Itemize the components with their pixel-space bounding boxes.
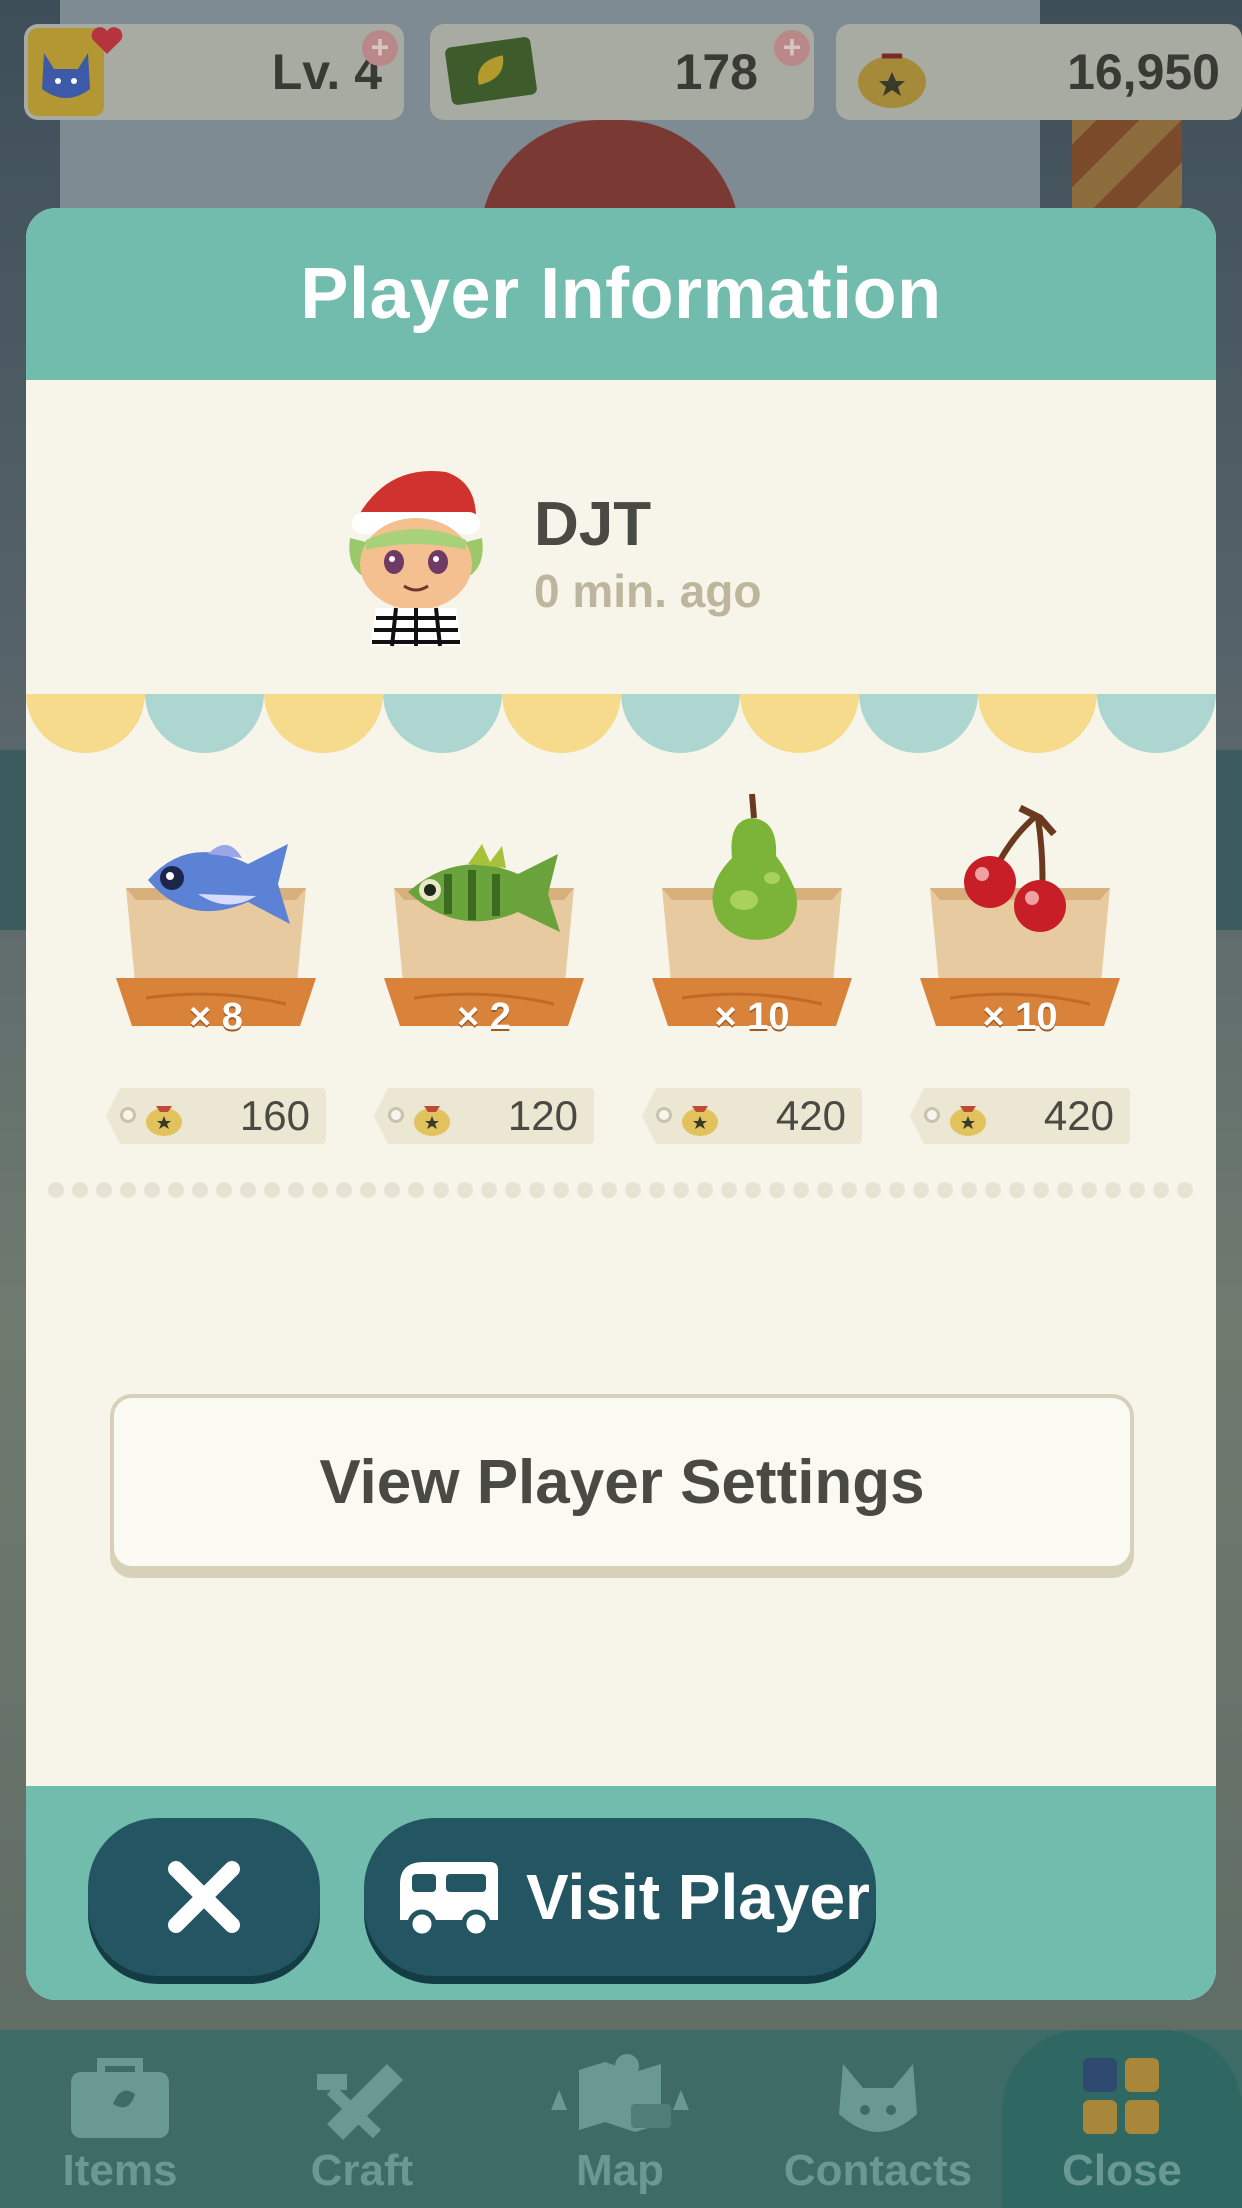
- price-tag: 120: [374, 1088, 594, 1144]
- last-seen-text: 0 min. ago: [534, 564, 762, 617]
- player-information-dialog: Player Information DJT 0 min. ago × 8 16…: [26, 208, 1216, 2000]
- nav-contacts[interactable]: Contacts: [778, 2030, 978, 2208]
- dialog-footer: Visit Player: [26, 1786, 1216, 2000]
- heart-icon: [91, 27, 123, 54]
- shop-item-slot[interactable]: × 8 160: [106, 828, 326, 1168]
- price-tag: 420: [910, 1088, 1130, 1144]
- item-price: 120: [507, 1092, 578, 1139]
- item-quantity: × 8: [189, 996, 243, 1038]
- green-fish-icon: [408, 844, 560, 932]
- market-box: × 8 160 × 2 120 × 10 420 × 10 420: [106, 793, 1156, 1168]
- nav-label-close: Close: [1062, 2146, 1182, 2195]
- dotted-divider: [48, 1182, 1194, 1202]
- bell-bag-icon: [950, 1106, 986, 1136]
- visit-player-label: Visit Player: [526, 1861, 870, 1933]
- grid-icon: [1083, 2058, 1159, 2134]
- nav-items[interactable]: Items: [20, 2030, 220, 2208]
- bag-icon: [71, 2058, 169, 2138]
- status-bar: Lv. 4 + 178 + 16,950: [24, 24, 1242, 120]
- bottom-navigation: Items Craft Map Contacts Close: [0, 2030, 1242, 2208]
- bells-count: 16,950: [1067, 44, 1220, 100]
- saw-hammer-icon: [317, 2064, 403, 2140]
- player-summary: DJT 0 min. ago: [326, 458, 761, 648]
- background-right-edge: [1212, 750, 1242, 930]
- close-button[interactable]: [88, 1818, 320, 1976]
- nav-close[interactable]: Close: [1002, 2030, 1242, 2208]
- shop-item-slot[interactable]: × 10 420: [910, 804, 1130, 1168]
- camper-van-icon: [400, 1862, 498, 1939]
- leaf-ticket-icon: [444, 36, 538, 106]
- close-x-icon: [168, 1861, 240, 1933]
- map-icon: [551, 2054, 689, 2132]
- cherry-icon: [964, 804, 1066, 932]
- item-price: 160: [239, 1092, 310, 1139]
- player-avatar: [326, 458, 506, 648]
- bell-bag-icon: [682, 1106, 718, 1136]
- nav-label-craft: Craft: [310, 2146, 414, 2195]
- nav-label-map: Map: [576, 2146, 664, 2195]
- price-tag: 160: [106, 1088, 326, 1144]
- item-price: 420: [1043, 1092, 1114, 1139]
- plus-icon[interactable]: +: [362, 30, 398, 66]
- item-quantity: × 2: [457, 996, 511, 1038]
- level-pill[interactable]: Lv. 4 +: [24, 24, 404, 120]
- visit-player-button[interactable]: Visit Player: [364, 1818, 876, 1976]
- player-name: DJT: [534, 489, 652, 559]
- dialog-header: Player Information: [26, 208, 1216, 380]
- nav-label-contacts: Contacts: [783, 2146, 973, 2195]
- view-player-settings-button[interactable]: View Player Settings: [110, 1394, 1134, 1570]
- bell-bag-icon: [414, 1106, 450, 1136]
- bells-pill: 16,950: [836, 24, 1242, 120]
- bell-bag-icon: [146, 1106, 182, 1136]
- item-quantity: × 10: [982, 996, 1058, 1038]
- item-price: 420: [775, 1092, 846, 1139]
- bell-bag-icon: [852, 32, 932, 124]
- cat-face-icon: [839, 2064, 917, 2132]
- awning-decoration: [26, 694, 1216, 754]
- nav-craft[interactable]: Craft: [262, 2030, 462, 2208]
- nav-label-items: Items: [62, 2146, 178, 2195]
- nav-map[interactable]: Map: [520, 2030, 720, 2208]
- dialog-title: Player Information: [300, 254, 942, 334]
- ticket-count: 178: [674, 44, 758, 100]
- plus-icon[interactable]: +: [774, 30, 810, 66]
- leaf-ticket-pill[interactable]: 178 +: [430, 24, 814, 120]
- blue-fish-icon: [148, 844, 290, 924]
- shop-item-slot[interactable]: × 10 420: [642, 793, 862, 1168]
- shop-item-slot[interactable]: × 2 120: [374, 828, 594, 1168]
- item-quantity: × 10: [714, 996, 790, 1038]
- price-tag: 420: [642, 1088, 862, 1144]
- pear-icon: [712, 793, 797, 940]
